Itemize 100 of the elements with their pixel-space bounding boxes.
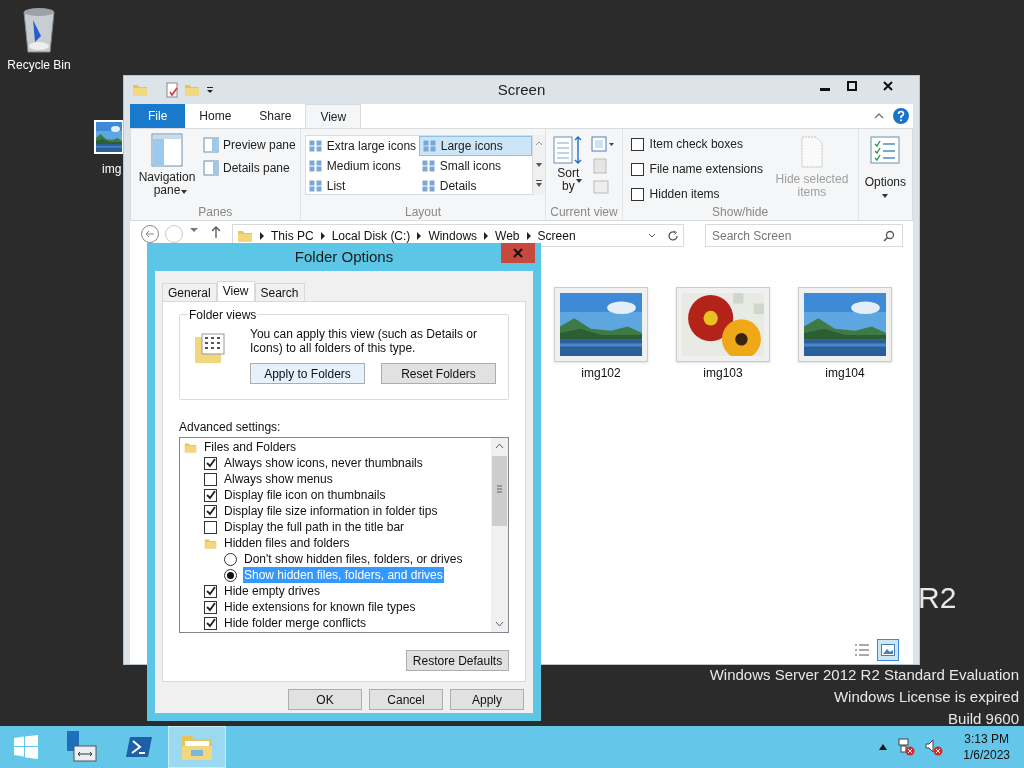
advanced-settings-label: Advanced settings: [179, 419, 282, 435]
refresh-icon[interactable] [667, 229, 679, 242]
scrollbar[interactable] [491, 438, 508, 632]
thumbnail-frame[interactable] [94, 120, 124, 154]
dialog-button[interactable]: OK [288, 689, 362, 710]
options-button[interactable]: Options [864, 135, 906, 198]
radio-button[interactable] [224, 552, 237, 566]
clock-time[interactable]: 3:13 PM [964, 731, 1009, 747]
ribbon-tab[interactable]: View [305, 104, 362, 128]
image-icon [881, 644, 895, 656]
view-icon [421, 160, 436, 172]
layout-option[interactable]: Medium icons [305, 156, 419, 176]
caret-icon [576, 179, 583, 183]
chevron-icon[interactable] [259, 231, 265, 240]
clock-date[interactable]: 1/6/2023 [963, 747, 1010, 763]
back-icon[interactable] [140, 224, 160, 244]
radio-button[interactable] [224, 568, 237, 582]
search-field[interactable]: Search Screen [705, 224, 903, 247]
chevron-icon[interactable] [483, 231, 490, 240]
show-hidden-icons-icon[interactable] [879, 744, 888, 750]
restore-defaults-button[interactable]: Restore Defaults [406, 650, 509, 671]
breadcrumb-item[interactable]: This PC [271, 226, 314, 245]
minimize-icon [819, 88, 830, 91]
navigation-pane-button[interactable]: Navigation pane [135, 133, 199, 203]
check-icon [205, 490, 216, 500]
view-icon [422, 140, 437, 152]
setting-label[interactable]: Display the full path in the title bar [223, 519, 406, 535]
close-icon [513, 248, 523, 258]
sort-by-button[interactable]: Sort by [550, 135, 587, 203]
chevron-icon[interactable] [525, 231, 532, 240]
checkbox-label[interactable]: Item check boxes [649, 135, 743, 153]
dropdown-icon[interactable] [204, 84, 216, 96]
checkbox[interactable] [204, 472, 217, 486]
dialog-tab[interactable]: Search [254, 283, 305, 301]
speaker-muted-icon[interactable] [925, 738, 944, 756]
file-name[interactable]: img103 [703, 364, 743, 382]
ribbon-tab[interactable]: File [130, 104, 186, 128]
breadcrumb-item[interactable]: Screen [537, 226, 576, 245]
setting-label[interactable]: Hide folder merge conflicts [223, 615, 368, 631]
group-caption: Panes [197, 204, 234, 220]
breadcrumb-item[interactable]: Web [495, 226, 520, 245]
setting-label[interactable]: Always show icons, never thumbnails [223, 455, 424, 471]
dialog-button[interactable]: Apply [450, 689, 524, 710]
view-icon [308, 180, 323, 192]
ribbon-tab[interactable]: Share [245, 104, 306, 128]
chevron-icon[interactable] [416, 231, 423, 240]
thumbnail-frame[interactable] [798, 287, 892, 362]
dialog-tab[interactable]: General [162, 283, 217, 301]
checkbox[interactable] [630, 187, 644, 201]
layout-option[interactable]: Extra large icons [305, 136, 419, 156]
search-icon[interactable] [883, 230, 895, 242]
checkbox[interactable] [204, 600, 217, 614]
large-icons-view-button[interactable] [877, 639, 899, 661]
close-icon [883, 81, 893, 91]
folder-views-button[interactable]: Reset Folders [381, 363, 496, 384]
ribbon-tab[interactable]: Home [185, 104, 246, 128]
folder-icon [184, 440, 197, 454]
setting-label[interactable]: Display file size information in folder tips [223, 503, 439, 519]
recycle-bin-icon[interactable] [21, 6, 57, 54]
checkbox[interactable] [204, 456, 217, 470]
checkbox[interactable] [204, 616, 217, 630]
view-icon [421, 180, 436, 192]
pane-button[interactable]: Preview pane [203, 136, 296, 154]
checkbox-label[interactable]: Hidden items [649, 185, 720, 203]
desktop-icon-label[interactable]: Recycle Bin [7, 56, 71, 74]
file-name[interactable]: img102 [581, 364, 621, 382]
check-icon [205, 602, 216, 612]
caret-icon [181, 190, 187, 194]
dialog-button[interactable]: Cancel [369, 689, 443, 710]
thumbnail-frame[interactable] [676, 287, 770, 362]
checkbox[interactable] [204, 488, 217, 502]
thumbnail-frame[interactable] [554, 287, 648, 362]
file-name[interactable]: img104 [825, 364, 865, 382]
checkbox[interactable] [630, 162, 644, 176]
checkbox[interactable] [204, 504, 217, 518]
layout-option[interactable]: Large icons [418, 136, 532, 156]
setting-label[interactable]: Display file icon on thumbnails [223, 487, 387, 503]
checkbox[interactable] [204, 520, 217, 534]
setting-label[interactable]: Hide empty drives [223, 583, 322, 599]
checkbox-label[interactable]: File name extensions [649, 160, 763, 178]
desktop-icon-label[interactable]: img [102, 160, 122, 178]
properties-icon [164, 82, 180, 98]
help-icon[interactable] [893, 108, 909, 124]
checkbox[interactable] [204, 584, 217, 598]
dialog-tab[interactable]: View [216, 281, 255, 301]
pane-button[interactable]: Details pane [203, 159, 296, 177]
layout-option[interactable]: List [305, 176, 419, 196]
chevron-icon[interactable] [319, 231, 326, 240]
network-error-icon[interactable] [897, 738, 916, 756]
breadcrumb-item[interactable]: Windows [428, 226, 478, 245]
layout-option[interactable]: Small icons [418, 156, 532, 176]
setting-label[interactable]: Hidden files and folders [223, 535, 351, 551]
setting-label[interactable]: Hide extensions for known file types [223, 599, 417, 615]
setting-label[interactable]: Files and Folders [203, 439, 298, 455]
layout-option[interactable]: Details [418, 176, 532, 196]
checkbox[interactable] [630, 137, 644, 151]
breadcrumb-item[interactable]: Local Disk (C:) [331, 226, 411, 245]
setting-label[interactable]: Don't show hidden files, folders, or drives [243, 551, 464, 567]
folder-views-button[interactable]: Apply to Folders [250, 363, 365, 384]
setting-label[interactable]: Always show menus [223, 471, 334, 487]
